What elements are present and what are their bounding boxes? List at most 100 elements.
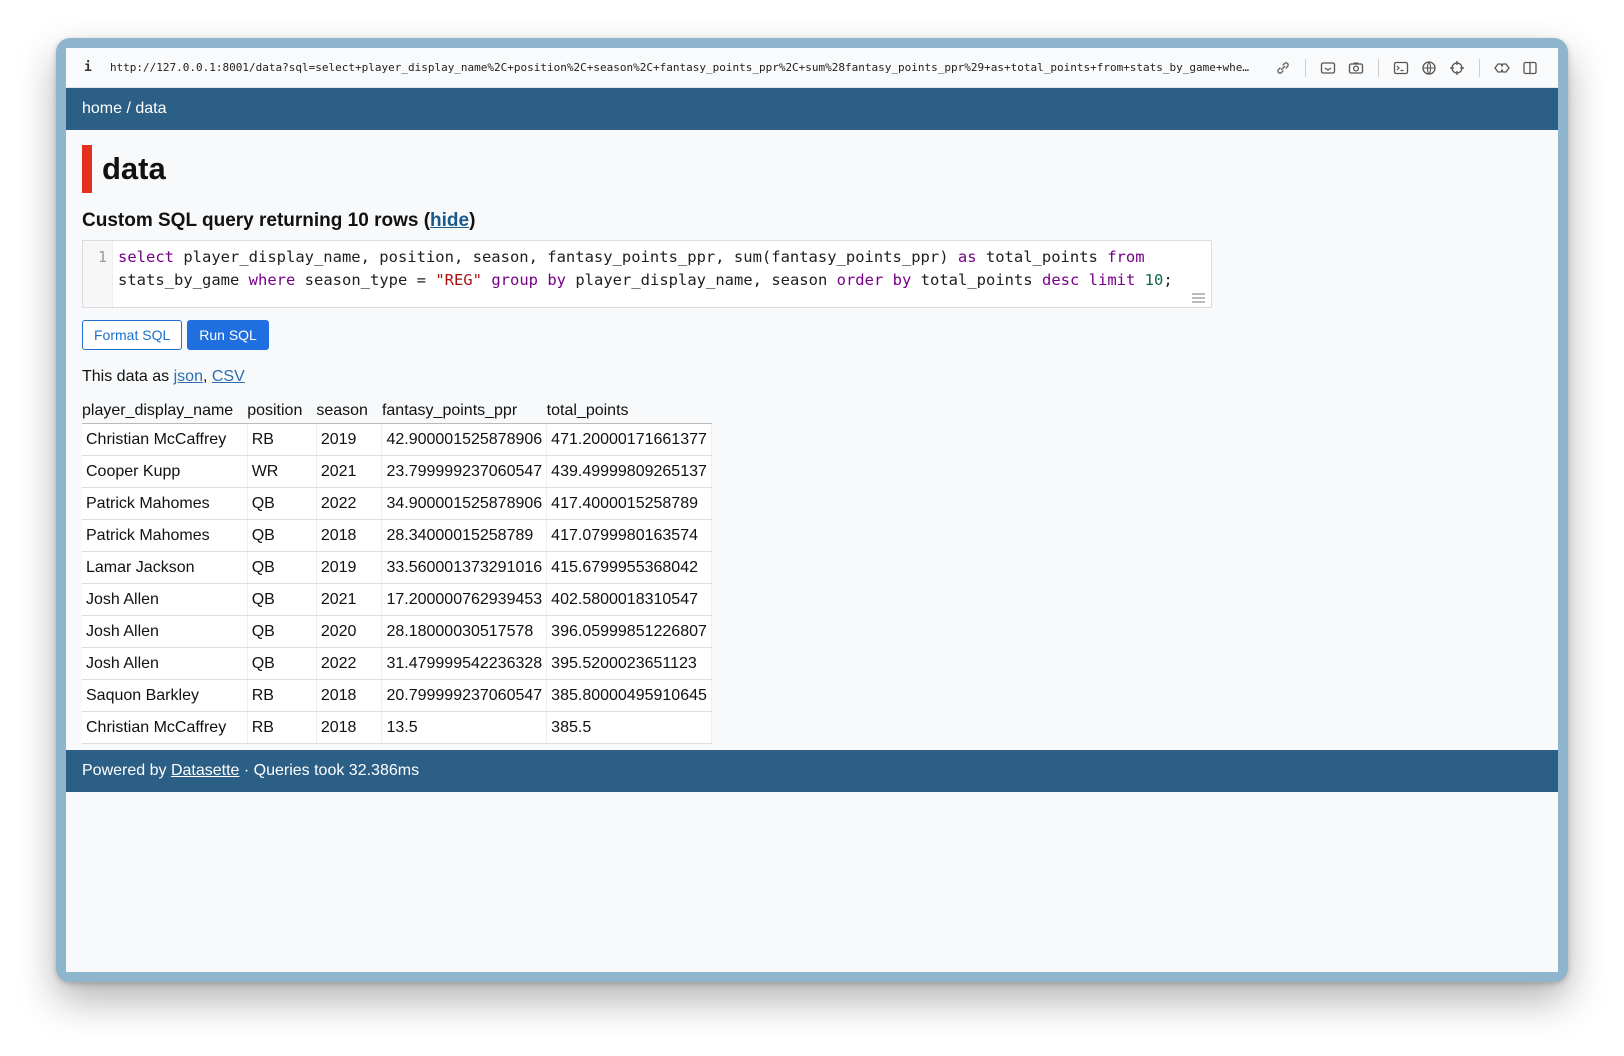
sql-text: total_points: [976, 248, 1108, 266]
export-label: This data as: [82, 368, 174, 385]
table-row: Saquon Barkley RB 2018 20.799999237060547 38…: [82, 679, 712, 712]
url-field[interactable]: http://127.0.0.1:8001/data?sql=select+pl…: [110, 61, 1255, 74]
breadcrumb-data-link[interactable]: data: [135, 100, 166, 118]
sql-number: 10: [1144, 271, 1164, 289]
extension-icon[interactable]: [1493, 59, 1511, 77]
sql-editor[interactable]: 1 select player_display_name, position, …: [82, 240, 1212, 308]
results-table: player_display_name position season fantasy…: [82, 402, 712, 744]
format-sql-button[interactable]: Format SQL: [82, 320, 183, 350]
camera-icon[interactable]: [1347, 59, 1365, 77]
table-cell: Josh Allen: [82, 647, 248, 680]
terminal-icon[interactable]: [1392, 59, 1410, 77]
column-header: season: [316, 402, 382, 424]
hide-sql-link[interactable]: hide: [430, 210, 469, 231]
table-cell: 17.200000762939453: [381, 583, 548, 616]
toolbar-divider: [1479, 58, 1480, 77]
table-cell: 402.5800018310547: [546, 583, 712, 616]
toolbar: [1269, 58, 1544, 77]
run-sql-button[interactable]: Run SQL: [187, 320, 269, 350]
sidebar-icon[interactable]: [1521, 59, 1539, 77]
breadcrumb: home / data: [66, 88, 1558, 130]
export-csv-link[interactable]: CSV: [212, 368, 245, 385]
table-cell: 2018: [316, 519, 383, 552]
resize-handle[interactable]: [1192, 291, 1205, 303]
screenshot-icon[interactable]: [1319, 59, 1337, 77]
table-cell: Lamar Jackson: [82, 551, 248, 584]
table-cell: Saquon Barkley: [82, 679, 248, 712]
page-header: data: [82, 144, 1542, 194]
accent-bar: [82, 145, 92, 193]
table-row: Christian McCaffrey RB 2018 13.5 385.5: [82, 711, 712, 744]
line-number: 1: [97, 248, 107, 266]
table-cell: Cooper Kupp: [82, 455, 248, 488]
browser-window: i http://127.0.0.1:8001/data?sql=select+…: [56, 38, 1568, 982]
sql-keyword: by: [547, 271, 567, 289]
table-cell: 417.0799980163574: [546, 519, 712, 552]
table-cell: Christian McCaffrey: [82, 711, 248, 744]
query-heading-text: Custom SQL query returning 10 rows (: [82, 210, 431, 231]
sql-text: ;: [1163, 271, 1173, 289]
table-cell: 23.799999237060547: [381, 455, 548, 488]
browser-viewport: i http://127.0.0.1:8001/data?sql=select+…: [66, 48, 1558, 972]
column-header: position: [247, 402, 317, 424]
link-icon[interactable]: [1274, 59, 1292, 77]
globe-icon[interactable]: [1420, 59, 1438, 77]
breadcrumb-home-link[interactable]: home: [82, 100, 122, 118]
export-links: This data as json, CSV: [82, 368, 1542, 386]
table-cell: 2021: [316, 455, 383, 488]
line-number-gutter: 1: [83, 241, 113, 307]
table-cell: 2021: [316, 583, 383, 616]
table-row: Patrick Mahomes QB 2018 28.34000015258789 41…: [82, 519, 712, 552]
sql-text: stats_by_game: [118, 271, 249, 289]
sql-line-2: stats_by_game where season_type = "REG" …: [118, 269, 1173, 292]
table-cell: 2019: [316, 423, 383, 456]
table-header-row: player_display_name position season fantasy…: [82, 402, 712, 424]
sql-code[interactable]: select player_display_name, position, se…: [113, 241, 1173, 307]
table-row: Josh Allen QB 2022 31.479999542236328 395.52…: [82, 647, 712, 680]
table-cell: Patrick Mahomes: [82, 519, 248, 552]
crosshair-icon[interactable]: [1448, 59, 1466, 77]
column-header: total_points: [546, 402, 712, 424]
sql-keyword: where: [248, 271, 296, 289]
table-cell: Christian McCaffrey: [82, 423, 248, 456]
info-icon[interactable]: i: [84, 60, 110, 75]
table-cell: 33.560001373291016: [381, 551, 548, 584]
table-cell: QB: [247, 519, 317, 552]
datasette-link[interactable]: Datasette: [171, 762, 239, 780]
table-cell: 2022: [316, 647, 383, 680]
table-row: Lamar Jackson QB 2019 33.560001373291016 415…: [82, 551, 712, 584]
table-cell: 31.479999542236328: [381, 647, 548, 680]
sql-text: season_type =: [295, 271, 436, 289]
footer-prefix: Powered by: [82, 762, 171, 779]
sql-actions: Format SQL Run SQL: [82, 320, 1542, 350]
sql-line-1: select player_display_name, position, se…: [118, 246, 1173, 269]
table-cell: 42.900001525878906: [381, 423, 548, 456]
table-cell: 385.80000495910645: [546, 679, 712, 712]
table-cell: QB: [247, 487, 317, 520]
query-heading: Custom SQL query returning 10 rows (hide…: [82, 210, 1542, 232]
table-body: Christian McCaffrey RB 2019 42.900001525878…: [82, 423, 712, 744]
table-cell: Josh Allen: [82, 615, 248, 648]
table-cell: 34.900001525878906: [381, 487, 548, 520]
table-row: Christian McCaffrey RB 2019 42.900001525878…: [82, 423, 712, 456]
sql-text: player_display_name, season: [566, 271, 837, 289]
table-cell: 417.4000015258789: [546, 487, 712, 520]
footer: Powered by Datasette · Queries took 32.3…: [66, 750, 1558, 792]
sql-keyword: order: [836, 271, 884, 289]
table-cell: 2020: [316, 615, 383, 648]
sql-text: player_display_name, position, season, f…: [174, 248, 958, 266]
table-cell: Josh Allen: [82, 583, 248, 616]
table-cell: 2018: [316, 711, 383, 744]
export-json-link[interactable]: json: [174, 368, 203, 385]
breadcrumb-separator: /: [122, 100, 136, 117]
sql-keyword: from: [1107, 248, 1145, 266]
table-cell: 20.799999237060547: [381, 679, 548, 712]
query-heading-close: ): [469, 210, 476, 231]
sql-keyword: desc: [1041, 271, 1080, 289]
table-row: Patrick Mahomes QB 2022 34.900001525878906 4…: [82, 487, 712, 520]
